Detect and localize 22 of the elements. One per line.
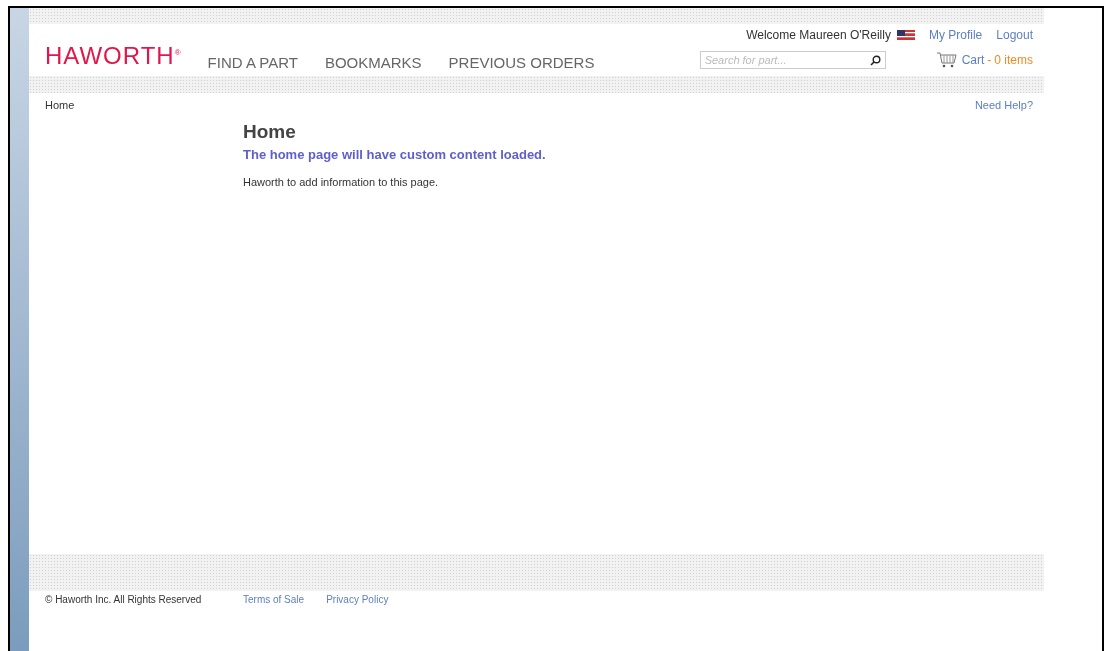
nav-link[interactable]: BOOKMARKS (324, 54, 422, 76)
page-subtitle: The home page will have custom content loaded. (243, 147, 547, 162)
footer-link[interactable]: Privacy Policy (326, 594, 389, 651)
cart-separator: - (987, 53, 992, 67)
breadcrumb-text: Home (45, 99, 75, 113)
cart-count: 0 items (994, 53, 1033, 67)
nav-link[interactable]: FIND A PART (207, 54, 298, 76)
user-link[interactable]: My Profile (928, 28, 983, 42)
user-link[interactable]: Logout (996, 28, 1033, 42)
flag-icon (896, 29, 915, 41)
help-link[interactable]: Need Help? (974, 99, 1033, 117)
footer-link[interactable]: Terms of Sale (243, 594, 305, 651)
search-field[interactable]: Search for part... (699, 51, 886, 69)
search-icon (869, 55, 881, 66)
copyright-text: © Haworth Inc. All Rights Reserved (45, 594, 203, 607)
nav-link[interactable]: PREVIOUS ORDERS (448, 54, 595, 76)
haworth-logo: HAWORTH$^{®}$ (45, 42, 182, 71)
page-text: Haworth to add information to this page. (243, 176, 440, 188)
cart-link[interactable]: Cart (961, 53, 985, 67)
welcome-text: Welcome Maureen O'Reilly (746, 28, 891, 42)
cart-icon (935, 52, 958, 68)
page-title: Home (243, 121, 297, 143)
